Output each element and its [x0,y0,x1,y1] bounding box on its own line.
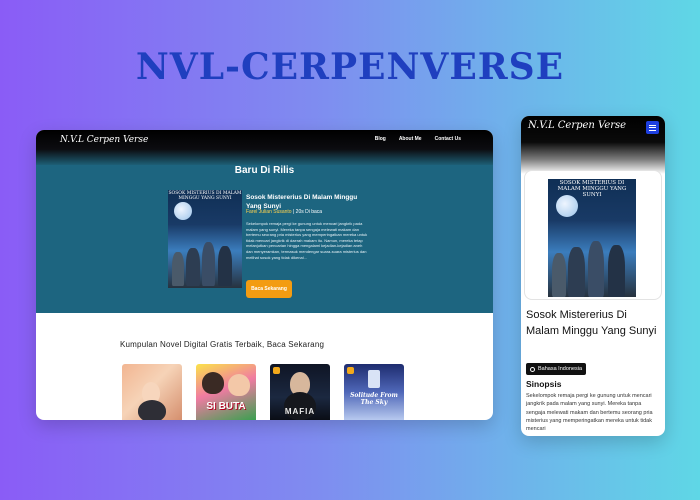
hero-title: Baru Di Rilis [234,165,295,176]
read-now-button[interactable]: Baca Sekarang [246,280,292,298]
moon-illustration [174,202,192,220]
figure-illustration [172,252,184,286]
book-card[interactable]: MAFIA [270,364,330,420]
nav-link-about[interactable]: About Me [399,136,422,142]
nav-link-contact[interactable]: Contact Us [435,136,461,142]
desktop-preview: N.V.L Cerpen Verse Blog About Me Contact… [36,130,493,420]
moon-illustration [556,195,578,217]
character-illustration [228,374,250,396]
sinopsis-text: Sekelompok remaja pergi ke gunung untuk … [526,393,653,432]
figure-illustration [218,246,232,286]
author-name[interactable]: Farel Julian Susanto [246,209,292,215]
desktop-navbar: N.V.L Cerpen Verse Blog About Me Contact… [36,130,493,165]
language-badge: Bahasa Indonesia [526,363,587,375]
site-logo[interactable]: N.V.L Cerpen Verse [60,135,148,145]
book-card-title: Solitude From The Sky [350,392,398,406]
bookmark-icon [347,367,354,374]
hamburger-icon[interactable] [646,121,659,134]
desktop-menu: Blog About Me Contact Us [375,136,461,142]
sinopsis-heading: Sinopsis [526,379,562,389]
book-title: Sosok Mistererius Di Malam Minggu Yang S… [526,309,657,337]
nav-link-blog[interactable]: Blog [375,136,386,142]
read-time: | 20s Di baca [291,209,323,215]
featured-book-meta: Farel Julian Susanto | 20s Di baca [246,209,386,215]
book-card[interactable]: SI BUTA [196,364,256,420]
figure-illustration [552,253,566,297]
mobile-preview: N.V.L Cerpen Verse SOSOK MISTERIUS DI MA… [521,116,665,436]
language-label: Bahasa Indonesia [538,366,583,372]
figure-illustration [588,241,604,297]
figure-illustration [186,248,200,286]
featured-book-cover[interactable]: SOSOK MISTERIUS DI MALAM MINGGU YANG SUN… [168,190,242,288]
book-card[interactable] [122,364,182,420]
bookmark-icon [273,367,280,374]
castle-illustration [368,370,380,388]
book-cover[interactable]: SOSOK MISTERIUS DI MALAM MINGGU YANG SUN… [548,179,636,297]
figure-illustration [608,245,625,297]
book-card-title: MAFIA [284,407,316,416]
showcase-headline: NVL-CERPENVERSE [135,46,565,88]
globe-icon [530,366,535,372]
figure-illustration [568,247,585,297]
new-release-hero: Baru Di Rilis SOSOK MISTERIUS DI MALAM M… [36,165,493,313]
book-card[interactable]: Solitude From The Sky [344,364,404,420]
collection-heading: Kumpulan Novel Digital Gratis Terbaik, B… [120,340,325,349]
book-card-title: SI BUTA [206,401,246,412]
mobile-navbar: N.V.L Cerpen Verse [521,116,665,174]
cover-title: SOSOK MISTERIUS DI MALAM MINGGU YANG SUN… [168,191,242,201]
character-illustration [138,400,166,420]
featured-book-description: Sekelompok remaja pergi ke gunung untuk … [246,221,368,260]
figure-illustration [202,242,215,286]
site-logo[interactable]: N.V.L Cerpen Verse [528,120,626,131]
character-illustration [202,372,224,394]
